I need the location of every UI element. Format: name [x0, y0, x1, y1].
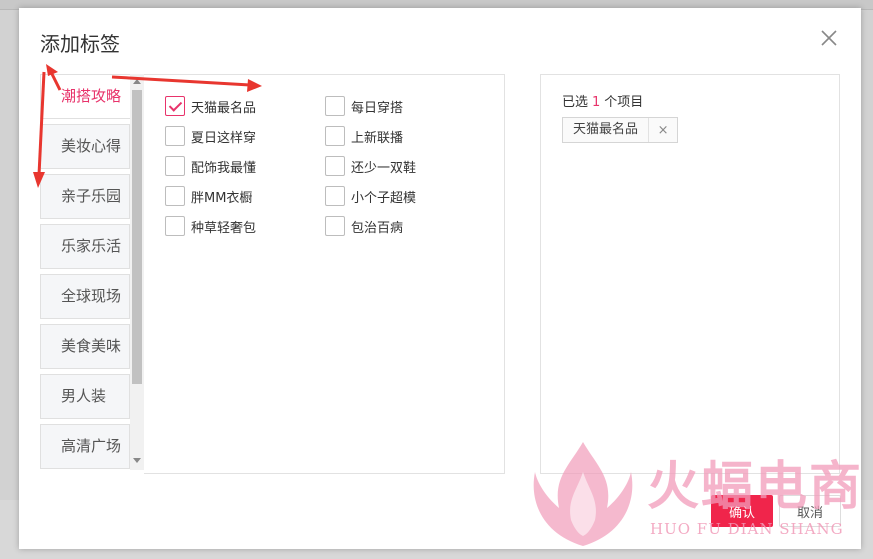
- checkbox-icon[interactable]: [165, 156, 185, 176]
- tag-option-label: 还少一双鞋: [351, 160, 417, 176]
- close-icon[interactable]: [819, 28, 839, 48]
- checkbox-icon[interactable]: [325, 216, 345, 236]
- category-tab[interactable]: 亲子乐园: [40, 174, 130, 219]
- selected-suffix: 个项目: [604, 95, 644, 110]
- tag-option-label: 胖MM衣橱: [191, 190, 253, 206]
- selected-panel: 已选 1 个项目 天猫最名品 ×: [540, 74, 840, 474]
- dialog-title: 添加标签: [40, 32, 120, 56]
- category-tab[interactable]: 潮搭攻略: [40, 74, 132, 119]
- category-scrollbar[interactable]: [130, 74, 144, 470]
- selected-summary: 已选 1 个项目: [562, 91, 643, 110]
- checkbox-icon[interactable]: [325, 126, 345, 146]
- checkbox-icon[interactable]: [165, 126, 185, 146]
- checkbox-icon[interactable]: [325, 186, 345, 206]
- tag-option[interactable]: 胖MM衣橱: [165, 185, 252, 207]
- checkbox-icon[interactable]: [165, 216, 185, 236]
- category-tab[interactable]: 乐家乐活: [40, 224, 130, 269]
- category-tab[interactable]: 全球现场: [40, 274, 130, 319]
- tag-list-panel: 天猫最名品 每日穿搭夏日这样穿 上新联播配饰我最懂 还少一双鞋胖MM衣橱 小个子超模种草…: [144, 74, 505, 474]
- tag-option-label: 夏日这样穿: [191, 130, 257, 146]
- confirm-button[interactable]: 确认: [711, 495, 773, 527]
- tag-option-label: 上新联播: [351, 130, 404, 146]
- tag-option-label: 包治百病: [351, 220, 404, 236]
- scroll-up-arrow-icon[interactable]: [133, 79, 141, 84]
- selected-tag-chip: 天猫最名品 ×: [562, 117, 679, 143]
- scroll-thumb[interactable]: [132, 90, 142, 384]
- category-tab[interactable]: 高清广场: [40, 424, 130, 469]
- selected-tag-label: 天猫最名品: [563, 118, 650, 142]
- tag-option[interactable]: 天猫最名品: [165, 95, 256, 117]
- tag-option[interactable]: 每日穿搭: [325, 95, 403, 117]
- checkbox-checked-icon[interactable]: [165, 96, 185, 116]
- tag-option[interactable]: 上新联播: [325, 125, 403, 147]
- selected-count: 1: [592, 95, 601, 110]
- tag-option-label: 每日穿搭: [351, 100, 404, 116]
- checkbox-icon[interactable]: [165, 186, 185, 206]
- cancel-button[interactable]: 取消: [779, 495, 841, 527]
- category-tab[interactable]: 美食美味: [40, 324, 130, 369]
- tag-option[interactable]: 包治百病: [325, 215, 403, 237]
- category-tab[interactable]: 美妆心得: [40, 124, 130, 169]
- tag-option-label: 配饰我最懂: [191, 160, 257, 176]
- remove-tag-icon[interactable]: ×: [649, 123, 677, 138]
- tag-option[interactable]: 配饰我最懂: [165, 155, 256, 177]
- selected-prefix: 已选: [562, 95, 589, 110]
- tag-option[interactable]: 夏日这样穿: [165, 125, 256, 147]
- tag-option-label: 种草轻奢包: [191, 220, 257, 236]
- checkbox-icon[interactable]: [325, 96, 345, 116]
- tag-option[interactable]: 还少一双鞋: [325, 155, 416, 177]
- category-tab[interactable]: 男人装: [40, 374, 130, 419]
- scroll-down-arrow-icon[interactable]: [133, 458, 141, 463]
- add-tag-dialog: 添加标签 潮搭攻略美妆心得亲子乐园乐家乐活全球现场美食美味男人装高清广场 天猫最…: [19, 8, 861, 549]
- checkbox-icon[interactable]: [325, 156, 345, 176]
- tag-option[interactable]: 种草轻奢包: [165, 215, 256, 237]
- tag-option[interactable]: 小个子超模: [325, 185, 416, 207]
- tag-option-label: 小个子超模: [351, 190, 417, 206]
- tag-option-label: 天猫最名品: [191, 100, 257, 116]
